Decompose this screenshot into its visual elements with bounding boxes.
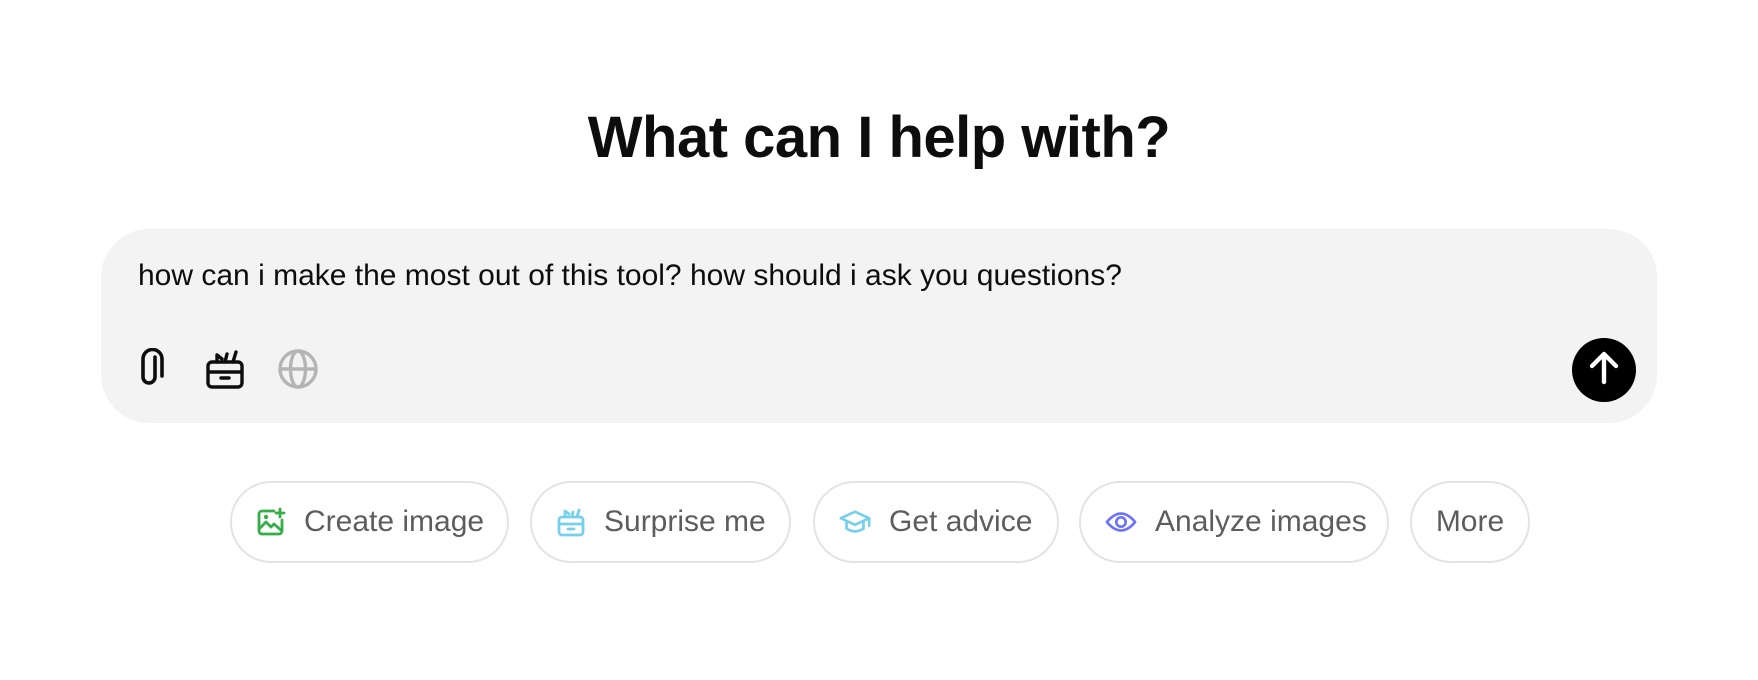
analyze-images-chip[interactable]: Analyze images	[1079, 481, 1389, 563]
image-create-icon	[256, 506, 286, 538]
chat-home: What can I help with? how can i make the…	[0, 0, 1758, 680]
toolbox-icon	[205, 348, 245, 390]
paperclip-icon	[136, 348, 170, 390]
more-chip[interactable]: More	[1410, 481, 1530, 563]
graduation-cap-icon	[839, 506, 871, 538]
page-title: What can I help with?	[587, 105, 1171, 170]
create-image-chip[interactable]: Create image	[230, 481, 509, 563]
get-advice-chip[interactable]: Get advice	[813, 481, 1059, 563]
send-button[interactable]	[1572, 338, 1636, 402]
globe-icon	[277, 348, 319, 390]
arrow-up-icon	[1588, 351, 1620, 390]
gift-box-icon	[556, 506, 586, 538]
chip-label: Get advice	[889, 505, 1033, 538]
chip-label: Surprise me	[604, 505, 766, 538]
eye-icon	[1105, 506, 1137, 538]
suggestion-chips: Create image Surprise me Get advice Anal…	[0, 481, 1758, 565]
chip-label: Create image	[304, 505, 485, 538]
chip-label: Analyze images	[1155, 505, 1367, 538]
web-search-button[interactable]	[274, 345, 322, 393]
chip-label: More	[1435, 505, 1505, 538]
tools-button[interactable]	[201, 345, 249, 393]
composer[interactable]: how can i make the most out of this tool…	[101, 229, 1657, 423]
attach-button[interactable]	[129, 345, 177, 393]
surprise-me-chip[interactable]: Surprise me	[530, 481, 791, 563]
prompt-input[interactable]: how can i make the most out of this tool…	[138, 256, 1122, 296]
